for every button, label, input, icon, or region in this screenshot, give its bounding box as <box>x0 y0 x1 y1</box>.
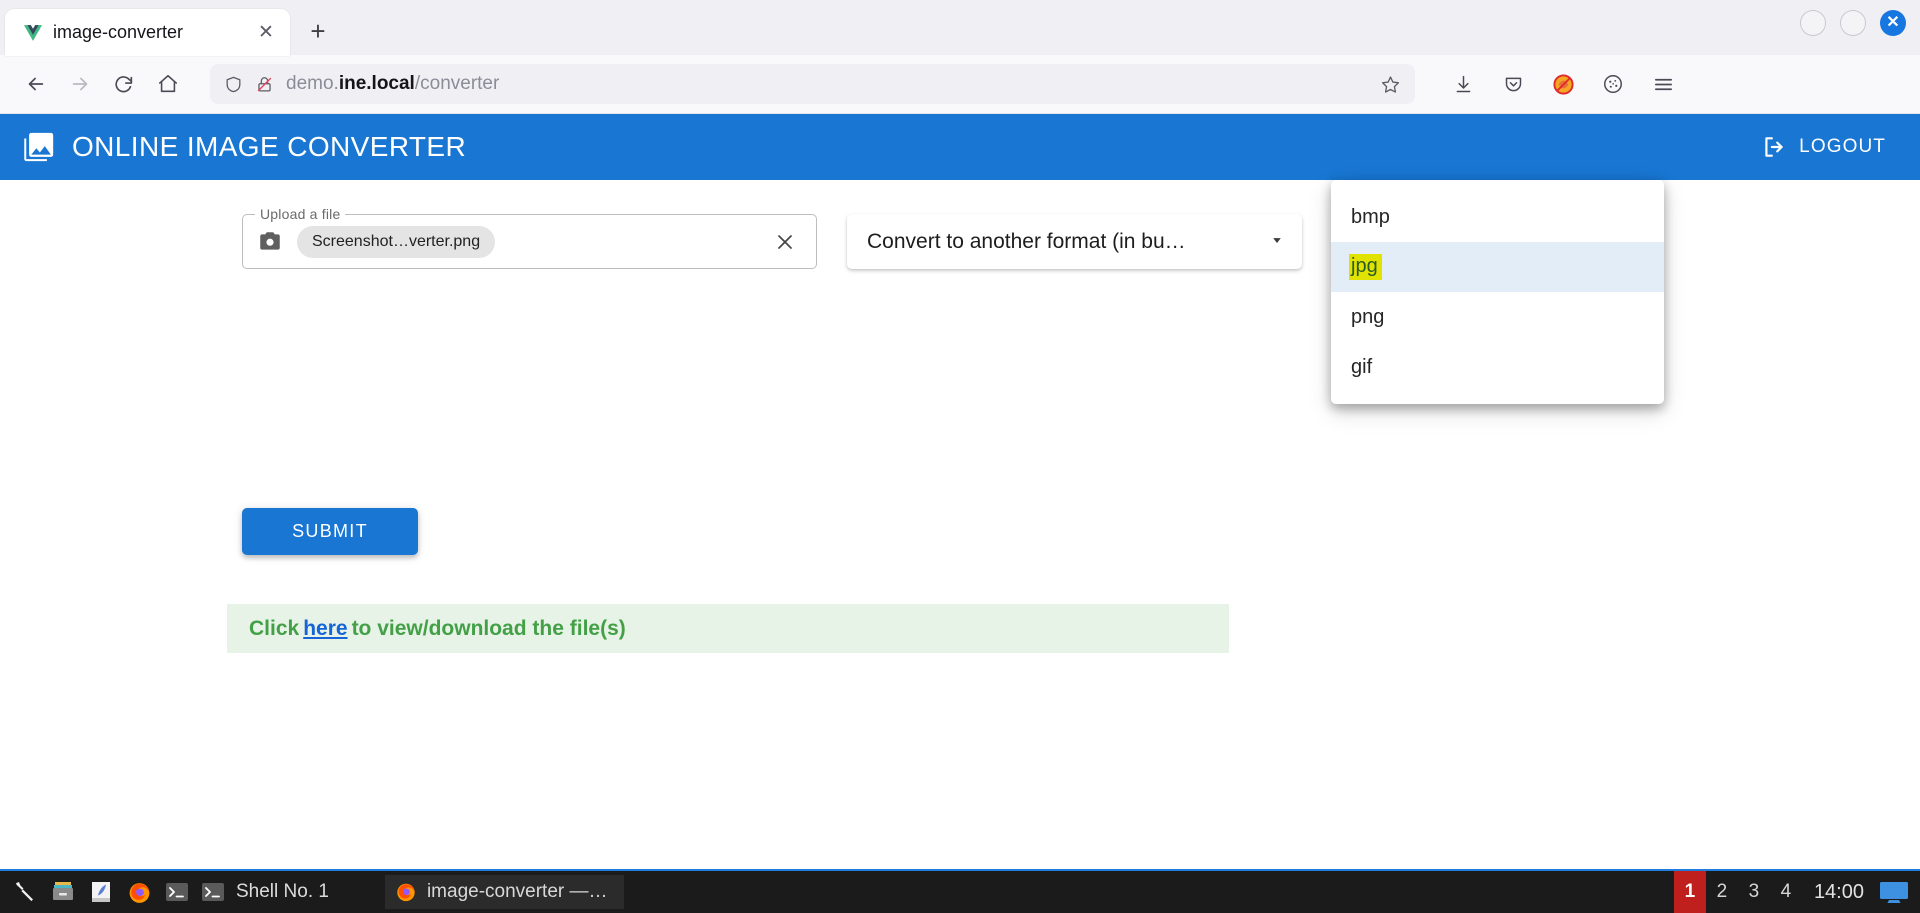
new-tab-button[interactable]: + <box>298 11 338 51</box>
upload-file-label: Upload a file <box>255 206 346 222</box>
tab-title: image-converter <box>53 22 184 42</box>
workspace-4[interactable]: 4 <box>1770 871 1802 913</box>
firefox-icon <box>395 881 417 903</box>
taskbar-clock[interactable]: 14:00 <box>1802 881 1878 904</box>
download-alert: Click here to view/download the file(s) <box>227 604 1229 653</box>
browser-toolbar-actions <box>1443 64 1683 104</box>
menu-item-bmp[interactable]: bmp <box>1331 192 1664 242</box>
reload-button[interactable] <box>104 64 144 104</box>
menu-item-label: png <box>1351 305 1385 328</box>
tools-icon[interactable] <box>6 872 44 912</box>
workspace-3[interactable]: 3 <box>1738 871 1770 913</box>
alert-suffix: to view/download the file(s) <box>351 616 626 640</box>
format-select-menu: bmp jpg png gif <box>1331 180 1664 404</box>
url-text[interactable]: demo.ine.local/converter <box>286 73 1368 95</box>
workspace-2[interactable]: 2 <box>1706 871 1738 913</box>
tab-strip: image-converter ✕ + ✕ <box>0 0 1920 56</box>
forward-button[interactable] <box>60 64 100 104</box>
text-editor-icon[interactable] <box>82 872 120 912</box>
window-controls: ✕ <box>1800 10 1906 36</box>
terminal-icon <box>200 881 226 903</box>
page-title: ONLINE IMAGE CONVERTER <box>72 131 467 162</box>
display-applet-icon[interactable] <box>1878 879 1912 905</box>
photo-library-icon <box>22 130 56 164</box>
logout-label: LOGOUT <box>1799 136 1886 157</box>
vue-logo-icon <box>23 23 43 43</box>
converter-form: Upload a file Screenshot…verter.png Conv… <box>242 206 1302 269</box>
workspace-pager: 1 2 3 4 <box>1673 871 1802 913</box>
clear-file-icon[interactable] <box>770 227 800 257</box>
menu-item-label: jpg <box>1349 254 1382 280</box>
submit-button[interactable]: SUBMIT <box>242 508 418 555</box>
window-label: image-converter —… <box>426 881 608 902</box>
camera-icon[interactable] <box>257 229 283 255</box>
chevron-down-icon[interactable] <box>1268 231 1286 252</box>
format-select[interactable]: Convert to another format (in bu… <box>847 214 1302 269</box>
minimize-button[interactable] <box>1800 10 1826 36</box>
menu-item-label: bmp <box>1351 205 1390 228</box>
firefox-icon[interactable] <box>120 872 158 912</box>
menu-item-label: gif <box>1351 355 1373 378</box>
url-bar[interactable]: demo.ine.local/converter <box>210 64 1415 104</box>
bookmark-star-icon[interactable] <box>1380 74 1401 95</box>
hamburger-menu-icon[interactable] <box>1643 64 1683 104</box>
url-path: /converter <box>414 73 500 94</box>
workspace-1[interactable]: 1 <box>1673 871 1706 913</box>
maximize-button[interactable] <box>1840 10 1866 36</box>
shell-label: Shell No. 1 <box>236 881 329 902</box>
shield-icon[interactable] <box>224 75 243 94</box>
pocket-icon[interactable] <box>1493 64 1533 104</box>
browser-tab[interactable]: image-converter ✕ <box>5 9 290 56</box>
download-link[interactable]: here <box>303 617 347 641</box>
insecure-lock-icon[interactable] <box>255 75 274 94</box>
url-domain: ine.local <box>338 73 415 94</box>
menu-item-gif[interactable]: gif <box>1331 342 1664 392</box>
menu-item-jpg[interactable]: jpg <box>1331 242 1664 292</box>
navigation-toolbar: demo.ine.local/converter <box>0 55 1920 114</box>
file-name-chip[interactable]: Screenshot…verter.png <box>297 225 496 258</box>
menu-item-png[interactable]: png <box>1331 292 1664 342</box>
url-prefix: demo. <box>286 73 339 94</box>
logout-button[interactable]: LOGOUT <box>1751 126 1896 168</box>
file-manager-icon[interactable] <box>44 872 82 912</box>
cookie-icon[interactable] <box>1593 64 1633 104</box>
format-select-value: Convert to another format (in bu… <box>867 229 1186 253</box>
home-icon[interactable] <box>148 64 188 104</box>
taskbar-shell-entry[interactable]: Shell No. 1 <box>196 881 339 903</box>
terminal-icon[interactable] <box>158 872 196 912</box>
logout-icon <box>1761 134 1787 160</box>
alert-prefix: Click <box>249 616 300 640</box>
close-icon[interactable]: ✕ <box>252 19 280 47</box>
app-header: ONLINE IMAGE CONVERTER LOGOUT <box>0 114 1920 180</box>
upload-file-field[interactable]: Upload a file Screenshot…verter.png <box>242 206 817 269</box>
downloads-icon[interactable] <box>1443 64 1483 104</box>
taskbar-window-button[interactable]: image-converter —… <box>384 875 624 909</box>
page-content: Upload a file Screenshot…verter.png Conv… <box>0 180 1920 896</box>
back-button[interactable] <box>16 64 56 104</box>
app-brand: ONLINE IMAGE CONVERTER <box>22 130 466 164</box>
tracking-blocked-icon[interactable] <box>1543 64 1583 104</box>
close-window-button[interactable]: ✕ <box>1880 10 1906 36</box>
browser-chrome: image-converter ✕ + ✕ demo.ine.local/con… <box>0 0 1920 114</box>
desktop-taskbar: Shell No. 1 image-converter —… 1 2 3 4 1… <box>0 869 1920 913</box>
